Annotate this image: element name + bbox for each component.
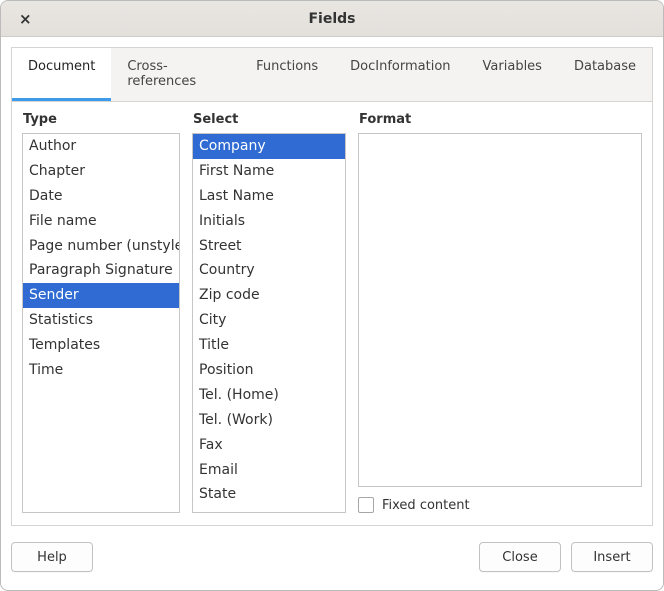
select-item[interactable]: City (193, 308, 345, 333)
select-column: Select CompanyFirst NameLast NameInitial… (192, 112, 346, 513)
type-item[interactable]: Paragraph Signature (23, 258, 179, 283)
type-item[interactable]: Page number (unstyled) (23, 234, 179, 259)
type-item[interactable]: Time (23, 358, 179, 383)
tab-docinformation[interactable]: DocInformation (334, 48, 466, 101)
type-item[interactable]: Author (23, 134, 179, 159)
select-item[interactable]: State (193, 482, 345, 507)
select-item[interactable]: First Name (193, 159, 345, 184)
tab-bar: DocumentCross-referencesFunctionsDocInfo… (11, 47, 653, 102)
select-item[interactable]: Tel. (Home) (193, 383, 345, 408)
fields-dialog: × Fields DocumentCross-referencesFunctio… (0, 0, 664, 591)
format-listbox[interactable] (358, 133, 642, 487)
select-item[interactable]: Title (193, 333, 345, 358)
select-listbox[interactable]: CompanyFirst NameLast NameInitialsStreet… (192, 133, 346, 513)
close-button[interactable]: Close (479, 542, 561, 572)
tab-functions[interactable]: Functions (240, 48, 334, 101)
tab-database[interactable]: Database (558, 48, 652, 101)
type-item[interactable]: Chapter (23, 159, 179, 184)
tab-cross-references[interactable]: Cross-references (111, 48, 240, 101)
type-item[interactable]: File name (23, 209, 179, 234)
tab-variables[interactable]: Variables (467, 48, 558, 101)
fixed-content-row[interactable]: Fixed content (358, 497, 642, 513)
panel-body: Type AuthorChapterDateFile namePage numb… (11, 102, 653, 526)
insert-button[interactable]: Insert (571, 542, 653, 572)
type-item[interactable]: Templates (23, 333, 179, 358)
tab-document[interactable]: Document (12, 48, 111, 101)
close-icon[interactable]: × (19, 1, 32, 36)
select-item[interactable]: Email (193, 458, 345, 483)
fixed-content-checkbox[interactable] (358, 497, 374, 513)
select-item[interactable]: Initials (193, 209, 345, 234)
select-item[interactable]: Zip code (193, 283, 345, 308)
type-listbox[interactable]: AuthorChapterDateFile namePage number (u… (22, 133, 180, 513)
help-button[interactable]: Help (11, 542, 93, 572)
fixed-content-label: Fixed content (382, 498, 470, 513)
select-item[interactable]: Position (193, 358, 345, 383)
format-column: Format Fixed content (358, 112, 642, 513)
type-column: Type AuthorChapterDateFile namePage numb… (22, 112, 180, 513)
type-item[interactable]: Statistics (23, 308, 179, 333)
select-item[interactable]: Last Name (193, 184, 345, 209)
select-item[interactable]: Fax (193, 433, 345, 458)
type-item[interactable]: Sender (23, 283, 179, 308)
type-label: Type (22, 112, 180, 127)
select-item[interactable]: Tel. (Work) (193, 408, 345, 433)
select-item[interactable]: Country (193, 258, 345, 283)
button-bar: Help Close Insert (1, 526, 663, 590)
select-item[interactable]: Street (193, 234, 345, 259)
select-label: Select (192, 112, 346, 127)
type-item[interactable]: Date (23, 184, 179, 209)
format-label: Format (358, 112, 642, 127)
title-bar: × Fields (1, 1, 663, 37)
dialog-content: DocumentCross-referencesFunctionsDocInfo… (1, 37, 663, 526)
window-title: Fields (1, 11, 663, 27)
select-item[interactable]: Company (193, 134, 345, 159)
